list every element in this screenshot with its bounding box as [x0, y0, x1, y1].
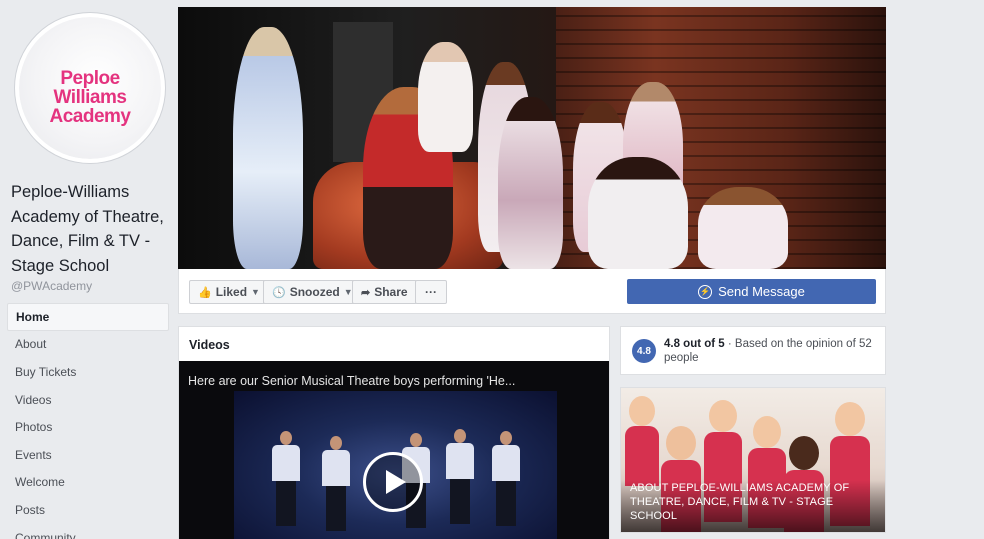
logo-line-3: Academy [49, 106, 132, 127]
cover-performer [698, 187, 788, 269]
video-performer [492, 431, 520, 526]
liked-button[interactable]: 👍 Liked ▼ [189, 280, 269, 304]
logo-line-2: Williams [53, 87, 127, 108]
nav-item-buy-tickets[interactable]: Buy Tickets [7, 358, 169, 386]
more-options-button[interactable]: ··· [415, 280, 447, 304]
page-name[interactable]: Peploe-Williams Academy of Theatre, Danc… [11, 180, 171, 278]
page-nav: Home About Buy Tickets Videos Photos Eve… [7, 303, 169, 539]
videos-title[interactable]: Videos [189, 338, 230, 352]
cover-performer [418, 42, 473, 152]
rating-badge: 4.8 [632, 339, 656, 363]
about-photo-child [625, 396, 659, 486]
nav-item-events[interactable]: Events [7, 441, 169, 469]
video-performer [322, 436, 350, 531]
profile-picture[interactable]: Peploe Williams Academy [15, 13, 165, 163]
logo-line-1: Peploe [60, 68, 120, 89]
play-icon [385, 470, 406, 494]
rating-score: 4.8 out of 5 [664, 338, 725, 350]
nav-item-posts[interactable]: Posts [7, 496, 169, 524]
video-player[interactable]: Here are our Senior Musical Theatre boys… [179, 361, 609, 539]
cover-performer [498, 97, 563, 269]
cover-performer [588, 157, 688, 269]
video-performer [272, 431, 300, 526]
share-arrow-icon: ➦ [361, 286, 371, 299]
snoozed-button[interactable]: 🕓 Snoozed ▼ [263, 280, 362, 304]
liked-label: Liked [215, 285, 248, 299]
nav-item-videos[interactable]: Videos [7, 386, 169, 414]
snoozed-label: Snoozed [289, 285, 340, 299]
videos-card: Videos Here are our Senior Musical Theat… [178, 326, 610, 539]
rating-summary[interactable]: 4.8 out of 5 · Based on the opinion of 5… [664, 337, 876, 365]
about-card[interactable]: About Peploe-Williams Academy of Theatre… [620, 387, 886, 533]
nav-item-about[interactable]: About [7, 331, 169, 359]
cover-performer [233, 27, 303, 269]
more-icon: ··· [425, 285, 437, 299]
nav-item-photos[interactable]: Photos [7, 413, 169, 441]
video-caption: Here are our Senior Musical Theatre boys… [188, 374, 516, 388]
send-message-button[interactable]: ⚡ Send Message [627, 279, 876, 304]
share-button[interactable]: ➦ Share [352, 280, 417, 304]
about-link-text[interactable]: About Peploe-Williams Academy of Theatre… [630, 481, 880, 523]
nav-item-community[interactable]: Community [7, 524, 169, 539]
cover-photo[interactable] [178, 7, 886, 269]
clock-icon: 🕓 [272, 286, 286, 299]
nav-item-home[interactable]: Home [7, 303, 169, 331]
left-column: Peploe Williams Academy Peploe-Williams … [7, 7, 172, 539]
chevron-down-icon: ▼ [251, 287, 260, 297]
video-performer [446, 429, 474, 524]
messenger-icon: ⚡ [698, 284, 713, 299]
nav-item-welcome[interactable]: Welcome [7, 469, 169, 497]
rating-card: 4.8 4.8 out of 5 · Based on the opinion … [620, 326, 886, 375]
page-action-bar: 👍 Liked ▼ 🕓 Snoozed ▼ ➦ Share ··· ⚡ Send… [178, 269, 886, 314]
play-button[interactable] [363, 452, 423, 512]
page-handle[interactable]: @PWAcademy [11, 279, 92, 293]
share-label: Share [374, 285, 408, 299]
thumbs-up-icon: 👍 [198, 286, 212, 299]
send-message-label: Send Message [718, 284, 805, 299]
academy-logo: Peploe Williams Academy [19, 69, 161, 126]
